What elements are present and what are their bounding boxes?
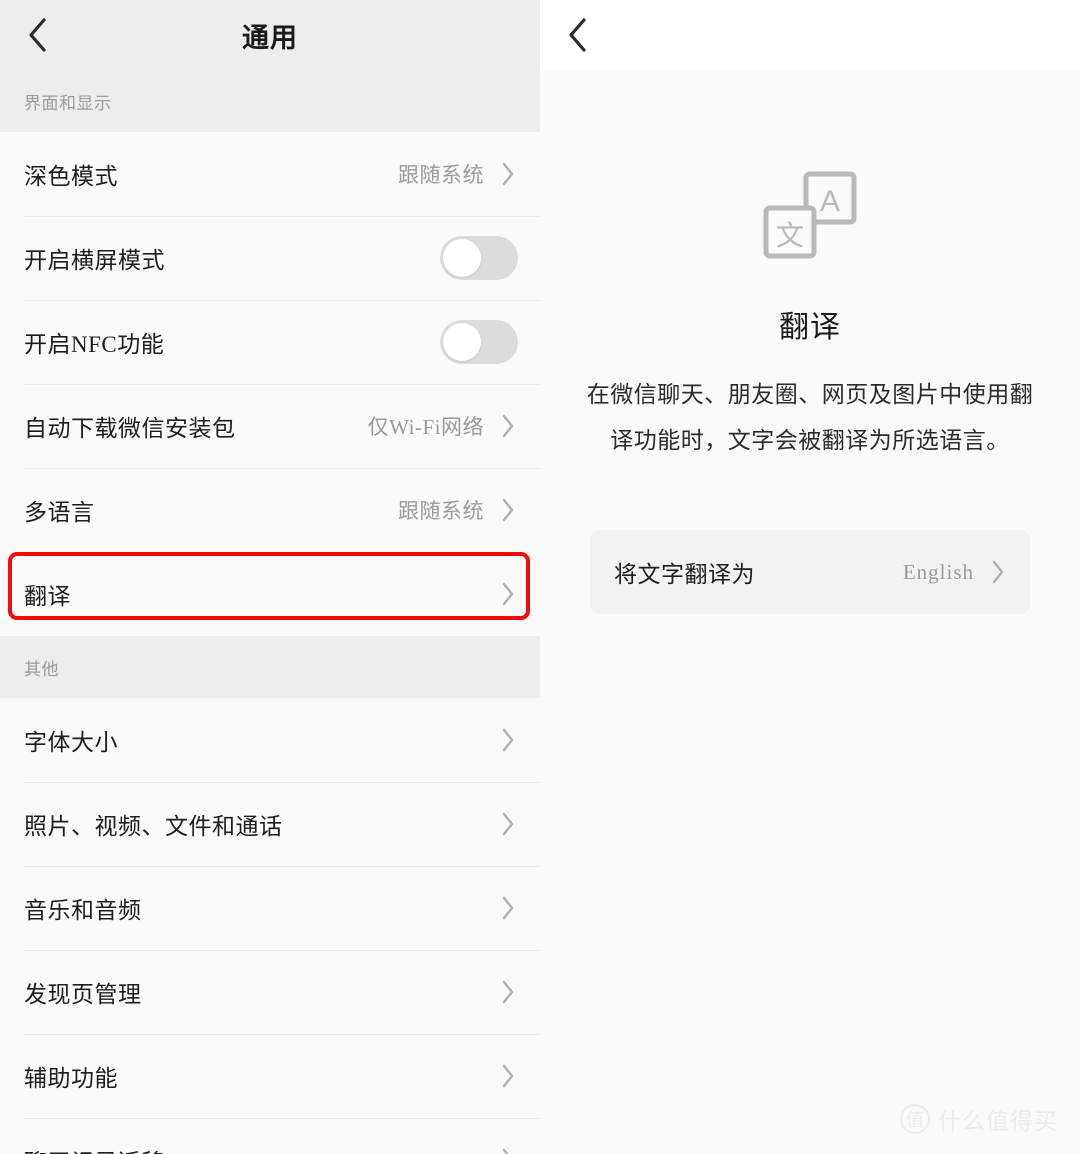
right-panel-header bbox=[540, 0, 1080, 70]
row-discover-page-management[interactable]: 发现页管理 bbox=[0, 950, 540, 1034]
chevron-right-icon bbox=[498, 160, 518, 188]
watermark: 值 什么值得买 bbox=[900, 1102, 1058, 1136]
left-panel-header: 通用 bbox=[0, 0, 540, 70]
row-photos-videos-files-calls[interactable]: 照片、视频、文件和通话 bbox=[0, 782, 540, 866]
row-value: 跟随系统 bbox=[398, 499, 484, 523]
watermark-badge-icon: 值 bbox=[900, 1104, 930, 1134]
row-label: 音乐和音频 bbox=[24, 898, 142, 923]
row-landscape-mode[interactable]: 开启横屏模式 bbox=[0, 216, 540, 300]
chevron-left-icon bbox=[27, 17, 49, 53]
row-translate[interactable]: 翻译 bbox=[0, 552, 540, 636]
chevron-right-icon bbox=[498, 1062, 518, 1090]
chevron-left-icon bbox=[567, 17, 589, 53]
chevron-right-icon bbox=[498, 412, 518, 440]
translate-description: 在微信聊天、朋友圈、网页及图片中使用翻译功能时，文字会被翻译为所选语言。 bbox=[586, 382, 1034, 453]
row-label: 多语言 bbox=[24, 500, 95, 525]
row-font-size[interactable]: 字体大小 bbox=[0, 698, 540, 782]
card-value: English bbox=[902, 559, 974, 584]
chevron-right-icon bbox=[498, 810, 518, 838]
row-value: 跟随系统 bbox=[398, 163, 484, 187]
translate-title: 翻译 bbox=[779, 311, 841, 344]
chevron-right-icon bbox=[498, 894, 518, 922]
row-label: 聊天记录迁移 bbox=[24, 1143, 498, 1154]
card-label: 将文字翻译为 bbox=[614, 562, 755, 587]
chevron-right-icon bbox=[988, 558, 1008, 586]
row-label: 辅助功能 bbox=[24, 1066, 118, 1091]
row-dark-mode[interactable]: 深色模式 跟随系统 bbox=[0, 132, 540, 216]
row-translate-target-language[interactable]: 将文字翻译为 English bbox=[590, 530, 1030, 614]
row-accessibility[interactable]: 辅助功能 bbox=[0, 1034, 540, 1118]
row-multilingual[interactable]: 多语言 跟随系统 bbox=[0, 468, 540, 552]
row-label: 翻译 bbox=[24, 584, 71, 609]
toggle-knob bbox=[443, 323, 481, 361]
watermark-text: 什么值得买 bbox=[938, 1109, 1058, 1134]
back-button-left[interactable] bbox=[0, 0, 70, 70]
section-header-other: 其他 bbox=[0, 636, 540, 698]
row-chat-log-migration[interactable]: 聊天记录迁移 bbox=[0, 1118, 540, 1154]
row-label: 字体大小 bbox=[24, 730, 118, 755]
row-nfc[interactable]: 开启NFC功能 bbox=[0, 300, 540, 384]
row-music-and-audio[interactable]: 音乐和音频 bbox=[0, 866, 540, 950]
toggle-nfc[interactable] bbox=[440, 320, 518, 364]
translate-detail-panel: A 文 翻译 在微信聊天、朋友圈、网页及图片中使用翻译功能时，文字会被翻译为所选… bbox=[540, 0, 1080, 1154]
svg-text:文: 文 bbox=[776, 220, 804, 251]
row-auto-download-installer[interactable]: 自动下载微信安装包 仅Wi-Fi网络 bbox=[0, 384, 540, 468]
row-label: 深色模式 bbox=[24, 164, 118, 189]
chevron-right-icon bbox=[498, 978, 518, 1006]
section-header-display: 界面和显示 bbox=[0, 70, 540, 132]
dual-panel-screenshot: 通用 界面和显示 深色模式 跟随系统 开启横屏模式 开启NFC功能 自动下载微信… bbox=[0, 0, 1080, 1154]
settings-list-other: 字体大小 照片、视频、文件和通话 音乐和音频 发现页管理 辅助功能 bbox=[0, 698, 540, 1154]
chevron-right-icon bbox=[498, 496, 518, 524]
row-label: 照片、视频、文件和通话 bbox=[24, 814, 283, 839]
row-label: 发现页管理 bbox=[24, 982, 142, 1007]
highlighted-row-wrapper: 翻译 bbox=[0, 552, 540, 636]
row-label: 开启NFC功能 bbox=[24, 332, 165, 357]
toggle-knob bbox=[443, 239, 481, 277]
chevron-right-icon bbox=[498, 726, 518, 754]
translate-hero: A 文 翻译 在微信聊天、朋友圈、网页及图片中使用翻译功能时，文字会被翻译为所选… bbox=[540, 70, 1080, 614]
row-label: 开启横屏模式 bbox=[24, 248, 165, 273]
svg-text:A: A bbox=[820, 185, 840, 218]
toggle-landscape-mode[interactable] bbox=[440, 236, 518, 280]
row-value: 仅Wi-Fi网络 bbox=[367, 415, 484, 439]
chevron-right-icon bbox=[498, 580, 518, 608]
translate-icon: A 文 bbox=[762, 170, 858, 262]
row-label: 自动下载微信安装包 bbox=[24, 416, 236, 441]
back-button-right[interactable] bbox=[540, 0, 610, 70]
page-title-left: 通用 bbox=[242, 22, 298, 53]
chevron-right-icon bbox=[498, 1146, 518, 1154]
general-settings-panel: 通用 界面和显示 深色模式 跟随系统 开启横屏模式 开启NFC功能 自动下载微信… bbox=[0, 0, 540, 1154]
settings-list-display: 深色模式 跟随系统 开启横屏模式 开启NFC功能 自动下载微信安装包 仅Wi-F… bbox=[0, 132, 540, 636]
